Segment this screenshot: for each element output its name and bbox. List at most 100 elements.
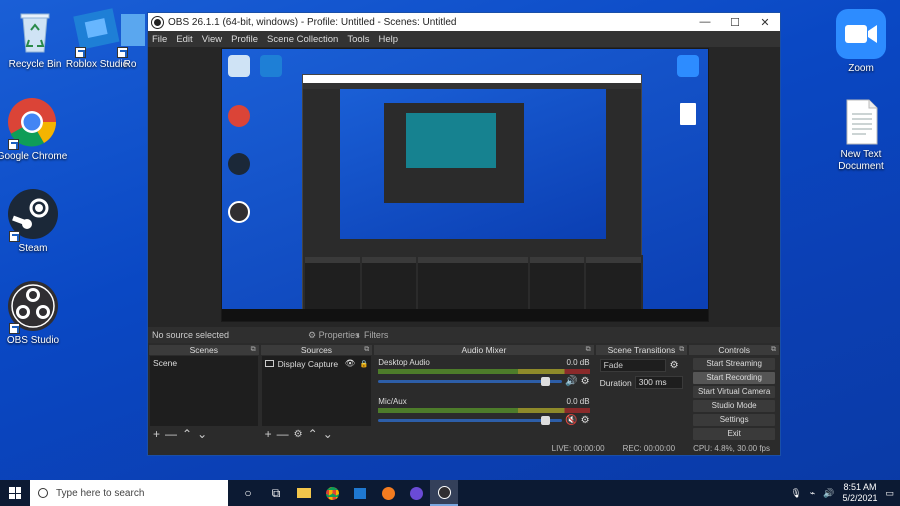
sources-title: Sources: [260, 345, 373, 355]
maximize-button[interactable]: ☐: [720, 16, 750, 29]
text-document-icon: [837, 98, 885, 146]
volume-slider-handle[interactable]: [541, 416, 551, 425]
store-icon[interactable]: [346, 480, 374, 506]
menu-edit[interactable]: Edit: [176, 34, 192, 45]
network-icon[interactable]: ⌁: [810, 488, 815, 499]
start-virtual-camera-button[interactable]: Start Virtual Camera: [693, 386, 775, 398]
menu-help[interactable]: Help: [379, 34, 399, 45]
gear-icon[interactable]: ⚙: [581, 415, 590, 426]
transition-select[interactable]: Fade: [599, 359, 666, 372]
move-up-icon[interactable]: ⌃: [182, 427, 192, 441]
move-down-icon[interactable]: ⌄: [323, 427, 333, 441]
gear-icon[interactable]: ⚙: [581, 376, 590, 387]
monitor-icon: [264, 360, 274, 367]
duration-input[interactable]: 300 ms: [634, 376, 683, 389]
desktop-icon-label: OBS Studio: [6, 335, 60, 346]
clock-time: 8:51 AM: [843, 482, 877, 492]
microphone-icon[interactable]: 🎙: [790, 488, 801, 499]
studio-mode-button[interactable]: Studio Mode: [693, 400, 775, 412]
file-explorer-icon[interactable]: [290, 480, 318, 506]
preview-area[interactable]: [148, 47, 780, 327]
scene-transitions-title: Scene Transitions: [595, 345, 688, 355]
search-placeholder: Type here to search: [56, 487, 145, 499]
desktop-icon-recycle-bin[interactable]: Recycle Bin: [0, 8, 70, 71]
volume-slider-handle[interactable]: [541, 377, 551, 386]
mixer-channel-mic: Mic/Aux 0.0 dB 🔇 ⚙: [378, 397, 590, 426]
desktop-icon-google-chrome[interactable]: Google Chrome: [0, 96, 68, 163]
menu-scene-collection[interactable]: Scene Collection: [267, 34, 338, 45]
start-recording-button[interactable]: Start Recording: [693, 372, 775, 384]
source-toolbar: No source selected ⚙ Properties ◐ Filter…: [148, 327, 780, 343]
obs-window[interactable]: OBS 26.1.1 (64-bit, windows) - Profile: …: [147, 12, 781, 456]
scene-transitions-dock: Scene Transitions Fade ⚙ Duration 300 ms: [595, 345, 688, 441]
cortana-icon[interactable]: ○: [234, 480, 262, 506]
window-titlebar[interactable]: OBS 26.1.1 (64-bit, windows) - Profile: …: [148, 13, 780, 31]
remove-source-button[interactable]: —: [277, 427, 289, 441]
source-item[interactable]: Display Capture 👁 🔒: [262, 356, 372, 371]
scene-item[interactable]: Scene: [150, 356, 258, 370]
settings-button[interactable]: Settings: [693, 414, 775, 426]
desktop-icon-zoom[interactable]: Zoom: [826, 8, 896, 75]
desktop-icon-ro[interactable]: Ro: [110, 8, 150, 71]
speaker-icon[interactable]: 🔊: [565, 376, 577, 387]
lock-icon[interactable]: 🔒: [360, 360, 369, 368]
gear-icon[interactable]: ⚙: [670, 360, 679, 371]
close-button[interactable]: ✕: [750, 16, 780, 29]
app-icon: [115, 8, 145, 58]
filters-label: Filters: [363, 330, 389, 340]
avast-icon[interactable]: [374, 480, 402, 506]
volume-slider[interactable]: [378, 377, 563, 386]
audio-mixer-dock: Audio Mixer Desktop Audio 0.0 dB 🔊 ⚙: [374, 345, 594, 441]
exit-button[interactable]: Exit: [693, 428, 775, 440]
menu-file[interactable]: File: [152, 34, 167, 45]
gear-icon[interactable]: ⚙: [294, 429, 303, 440]
desktop-icon-label: New Text Document: [838, 149, 884, 172]
desktop-icon-label: Ro: [123, 59, 137, 70]
filters-button[interactable]: ◐ Filters: [356, 330, 388, 340]
desktop-icon-label: Recycle Bin: [8, 59, 62, 70]
scenes-title: Scenes: [149, 345, 259, 355]
status-bar: LIVE: 00:00:00 REC: 00:00:00 CPU: 4.8%, …: [148, 441, 780, 455]
channel-level: 0.0 dB: [566, 358, 590, 367]
notification-icon[interactable]: ▭: [885, 488, 894, 499]
add-scene-button[interactable]: +: [153, 427, 160, 441]
desktop-icon-new-text-document[interactable]: New Text Document: [826, 98, 896, 173]
scenes-list: Scene: [150, 356, 258, 426]
audio-mixer-body: Desktop Audio 0.0 dB 🔊 ⚙ Mic/Aux 0.0 dB: [375, 356, 593, 440]
source-item-label: Display Capture: [277, 358, 339, 369]
live-status: LIVE: 00:00:00: [551, 443, 605, 453]
chrome-icon[interactable]: [318, 480, 346, 506]
sources-toolbar: + — ⚙ ⌃ ⌄: [261, 427, 373, 441]
start-streaming-button[interactable]: Start Streaming: [693, 358, 775, 370]
windows-logo-icon: [9, 487, 21, 499]
eye-icon[interactable]: 👁: [345, 358, 356, 369]
obs-app-icon: [151, 15, 164, 29]
obs-icon: [7, 280, 59, 334]
steam-icon: [228, 153, 250, 175]
start-button[interactable]: [0, 480, 30, 506]
desktop-icon-steam[interactable]: Steam: [0, 188, 68, 255]
menu-tools[interactable]: Tools: [347, 34, 369, 45]
volume-icon[interactable]: 🔊: [823, 488, 834, 499]
obs-taskbar-icon[interactable]: [430, 480, 458, 506]
task-view-icon[interactable]: ⧉: [262, 480, 290, 506]
move-up-icon[interactable]: ⌃: [308, 427, 318, 441]
taskbar-search[interactable]: Type here to search: [30, 480, 228, 506]
no-source-label: No source selected: [152, 330, 230, 340]
speaker-muted-icon[interactable]: 🔇: [565, 415, 577, 426]
obs-icon: [228, 201, 250, 223]
roblox-studio-icon: [260, 55, 282, 77]
minimize-button[interactable]: —: [690, 16, 720, 28]
app-icon[interactable]: [402, 480, 430, 506]
remove-scene-button[interactable]: —: [165, 427, 177, 441]
menu-profile[interactable]: Profile: [231, 34, 258, 45]
add-source-button[interactable]: +: [265, 427, 272, 441]
desktop-icon-obs-studio[interactable]: OBS Studio: [0, 280, 68, 347]
menu-view[interactable]: View: [202, 34, 222, 45]
volume-slider[interactable]: [378, 416, 563, 425]
move-down-icon[interactable]: ⌄: [197, 427, 207, 441]
properties-button[interactable]: ⚙ Properties: [308, 330, 360, 341]
clock[interactable]: 8:51 AM 5/2/2021: [842, 482, 877, 504]
dock-panels: Scenes Scene + — ⌃ ⌄ Sources Display Cap…: [148, 345, 780, 442]
channel-name: Desktop Audio: [378, 358, 430, 367]
